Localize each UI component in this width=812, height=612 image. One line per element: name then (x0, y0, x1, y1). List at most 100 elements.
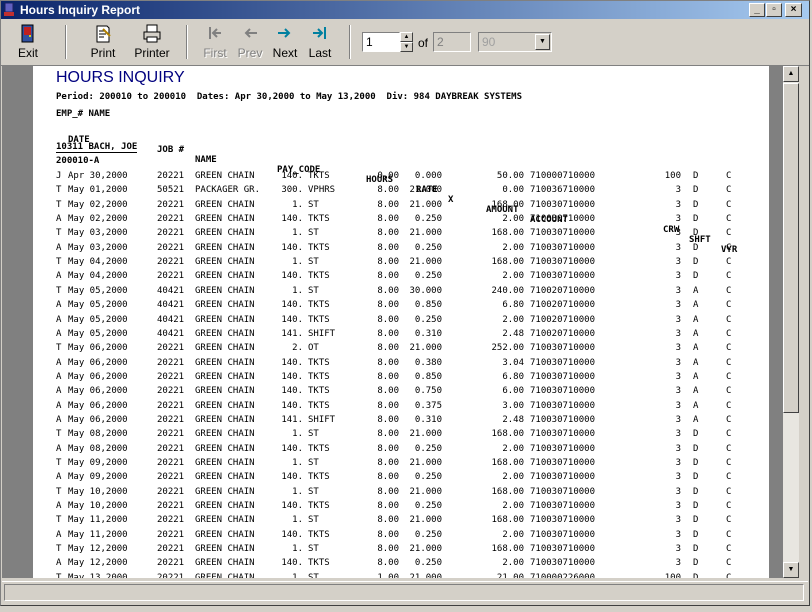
row-amount: 168.00 (491, 544, 524, 555)
row-paynum: 140. (281, 472, 303, 483)
row-job: 20221 (157, 472, 185, 483)
row-amount: 168.00 (491, 486, 524, 497)
table-row: A May 05,2000 40421 GREEN CHAIN 140. TKTS 8.00… (33, 315, 769, 327)
row-name: GREEN CHAIN (195, 314, 255, 325)
first-page-button[interactable]: First (200, 23, 230, 63)
zoom-select[interactable]: 90 ▼ (478, 32, 552, 52)
row-hours: 1.00 (377, 572, 399, 578)
row-crw: 3 (675, 199, 681, 210)
row-paynum: 140. (281, 529, 303, 540)
row-paynum: 140. (281, 371, 303, 382)
row-hours: 8.00 (377, 414, 399, 425)
row-job: 20221 (157, 242, 185, 253)
row-date: May 09,2000 (68, 458, 128, 468)
row-date: May 06,2000 (68, 400, 128, 411)
row-job: 20221 (157, 257, 185, 268)
row-vyr: C (726, 472, 732, 483)
row-account: 710020710000 (530, 328, 596, 339)
row-crw: 3 (675, 214, 681, 225)
row-vyr: C (726, 300, 732, 311)
row-paynum: 1. (292, 572, 303, 578)
last-label: Last (308, 46, 332, 60)
row-type: A (56, 328, 62, 339)
row-crw: 3 (675, 529, 681, 540)
prev-page-button[interactable]: Prev (235, 23, 265, 63)
row-job: 50521 (157, 185, 185, 196)
row-paycode: TKTS (308, 443, 330, 454)
row-rate: 0.250 (414, 501, 442, 512)
row-vyr: C (726, 314, 732, 325)
status-panel (4, 584, 804, 601)
col-name: NAME (195, 155, 217, 165)
row-type: A (56, 472, 62, 483)
print-button[interactable]: Print (85, 23, 121, 63)
row-amount: 240.00 (491, 285, 524, 296)
row-hours: 8.00 (377, 486, 399, 497)
row-amount: 168.00 (491, 458, 524, 468)
row-paycode: TKTS (308, 558, 330, 569)
row-date: May 06,2000 (68, 414, 128, 425)
row-type: A (56, 386, 62, 397)
row-rate: 0.310 (414, 328, 442, 339)
page-number-input[interactable]: 1 (362, 32, 400, 52)
row-paynum: 1. (292, 458, 303, 468)
row-amount: 2.00 (502, 214, 524, 225)
exit-door-icon (21, 24, 34, 43)
page-spinner[interactable]: ▲ ▼ (400, 32, 413, 52)
title-bar[interactable]: Hours Inquiry Report _ ▫ × (1, 1, 809, 19)
next-page-button[interactable]: Next (270, 23, 300, 63)
minimize-button[interactable]: _ (749, 3, 765, 17)
row-hours: 8.00 (377, 228, 399, 239)
table-row: A May 06,2000 20221 GREEN CHAIN 140. TKTS 8.00… (33, 372, 769, 384)
table-row: T May 10,2000 20221 GREEN CHAIN 1. ST 8.00 21.0… (33, 487, 769, 499)
row-paycode: ST (308, 486, 319, 497)
scroll-up-icon[interactable]: ▲ (783, 66, 799, 82)
scroll-thumb[interactable] (783, 83, 799, 413)
report-page: HOURS INQUIRY Period: 200010 to 200010 D… (33, 66, 769, 578)
row-paynum: 141. (281, 328, 303, 339)
row-amount: 2.00 (502, 472, 524, 483)
row-type: T (56, 572, 62, 578)
last-page-button[interactable]: Last (305, 23, 335, 63)
print-icon (96, 25, 111, 43)
row-shft: A (693, 285, 699, 296)
row-paycode: TKTS (308, 501, 330, 512)
row-shft: D (693, 486, 699, 497)
row-crw: 3 (675, 228, 681, 239)
printer-button[interactable]: Printer (131, 23, 173, 63)
row-crw: 100 (664, 171, 681, 181)
row-type: A (56, 271, 62, 282)
spin-up-icon[interactable]: ▲ (400, 32, 413, 42)
row-shft: D (693, 458, 699, 468)
vertical-scrollbar[interactable]: ▲ ▼ (783, 66, 799, 578)
row-shft: A (693, 314, 699, 325)
spin-down-icon[interactable]: ▼ (400, 42, 413, 52)
row-vyr: C (726, 371, 732, 382)
row-paycode: SHIFT (308, 414, 336, 425)
row-rate: 0.250 (414, 443, 442, 454)
row-rate: 0.380 (414, 357, 442, 368)
prev-arrow-icon (244, 28, 257, 38)
row-crw: 3 (675, 443, 681, 454)
row-hours: 8.00 (377, 400, 399, 411)
close-button[interactable]: × (785, 3, 802, 17)
row-paycode: ST (308, 429, 319, 440)
row-date: May 05,2000 (68, 328, 128, 339)
row-crw: 100 (664, 572, 681, 578)
row-amount: 0.00 (502, 185, 524, 196)
row-vyr: C (726, 515, 732, 526)
employee-heading: 10311 BACH, JOE (56, 142, 138, 153)
row-vyr: C (726, 414, 732, 425)
row-crw: 3 (675, 357, 681, 368)
row-job: 20221 (157, 199, 185, 210)
row-hours: 8.00 (377, 214, 399, 225)
row-hours: 8.00 (377, 544, 399, 555)
row-paynum: 140. (281, 300, 303, 311)
row-paynum: 1. (292, 544, 303, 555)
exit-button[interactable]: Exit (13, 23, 43, 63)
chevron-down-icon[interactable]: ▼ (535, 34, 550, 50)
row-name: GREEN CHAIN (195, 328, 255, 339)
scroll-down-icon[interactable]: ▼ (783, 562, 799, 578)
report-viewport: HOURS INQUIRY Period: 200010 to 200010 D… (2, 66, 799, 578)
restore-button[interactable]: ▫ (766, 3, 782, 17)
